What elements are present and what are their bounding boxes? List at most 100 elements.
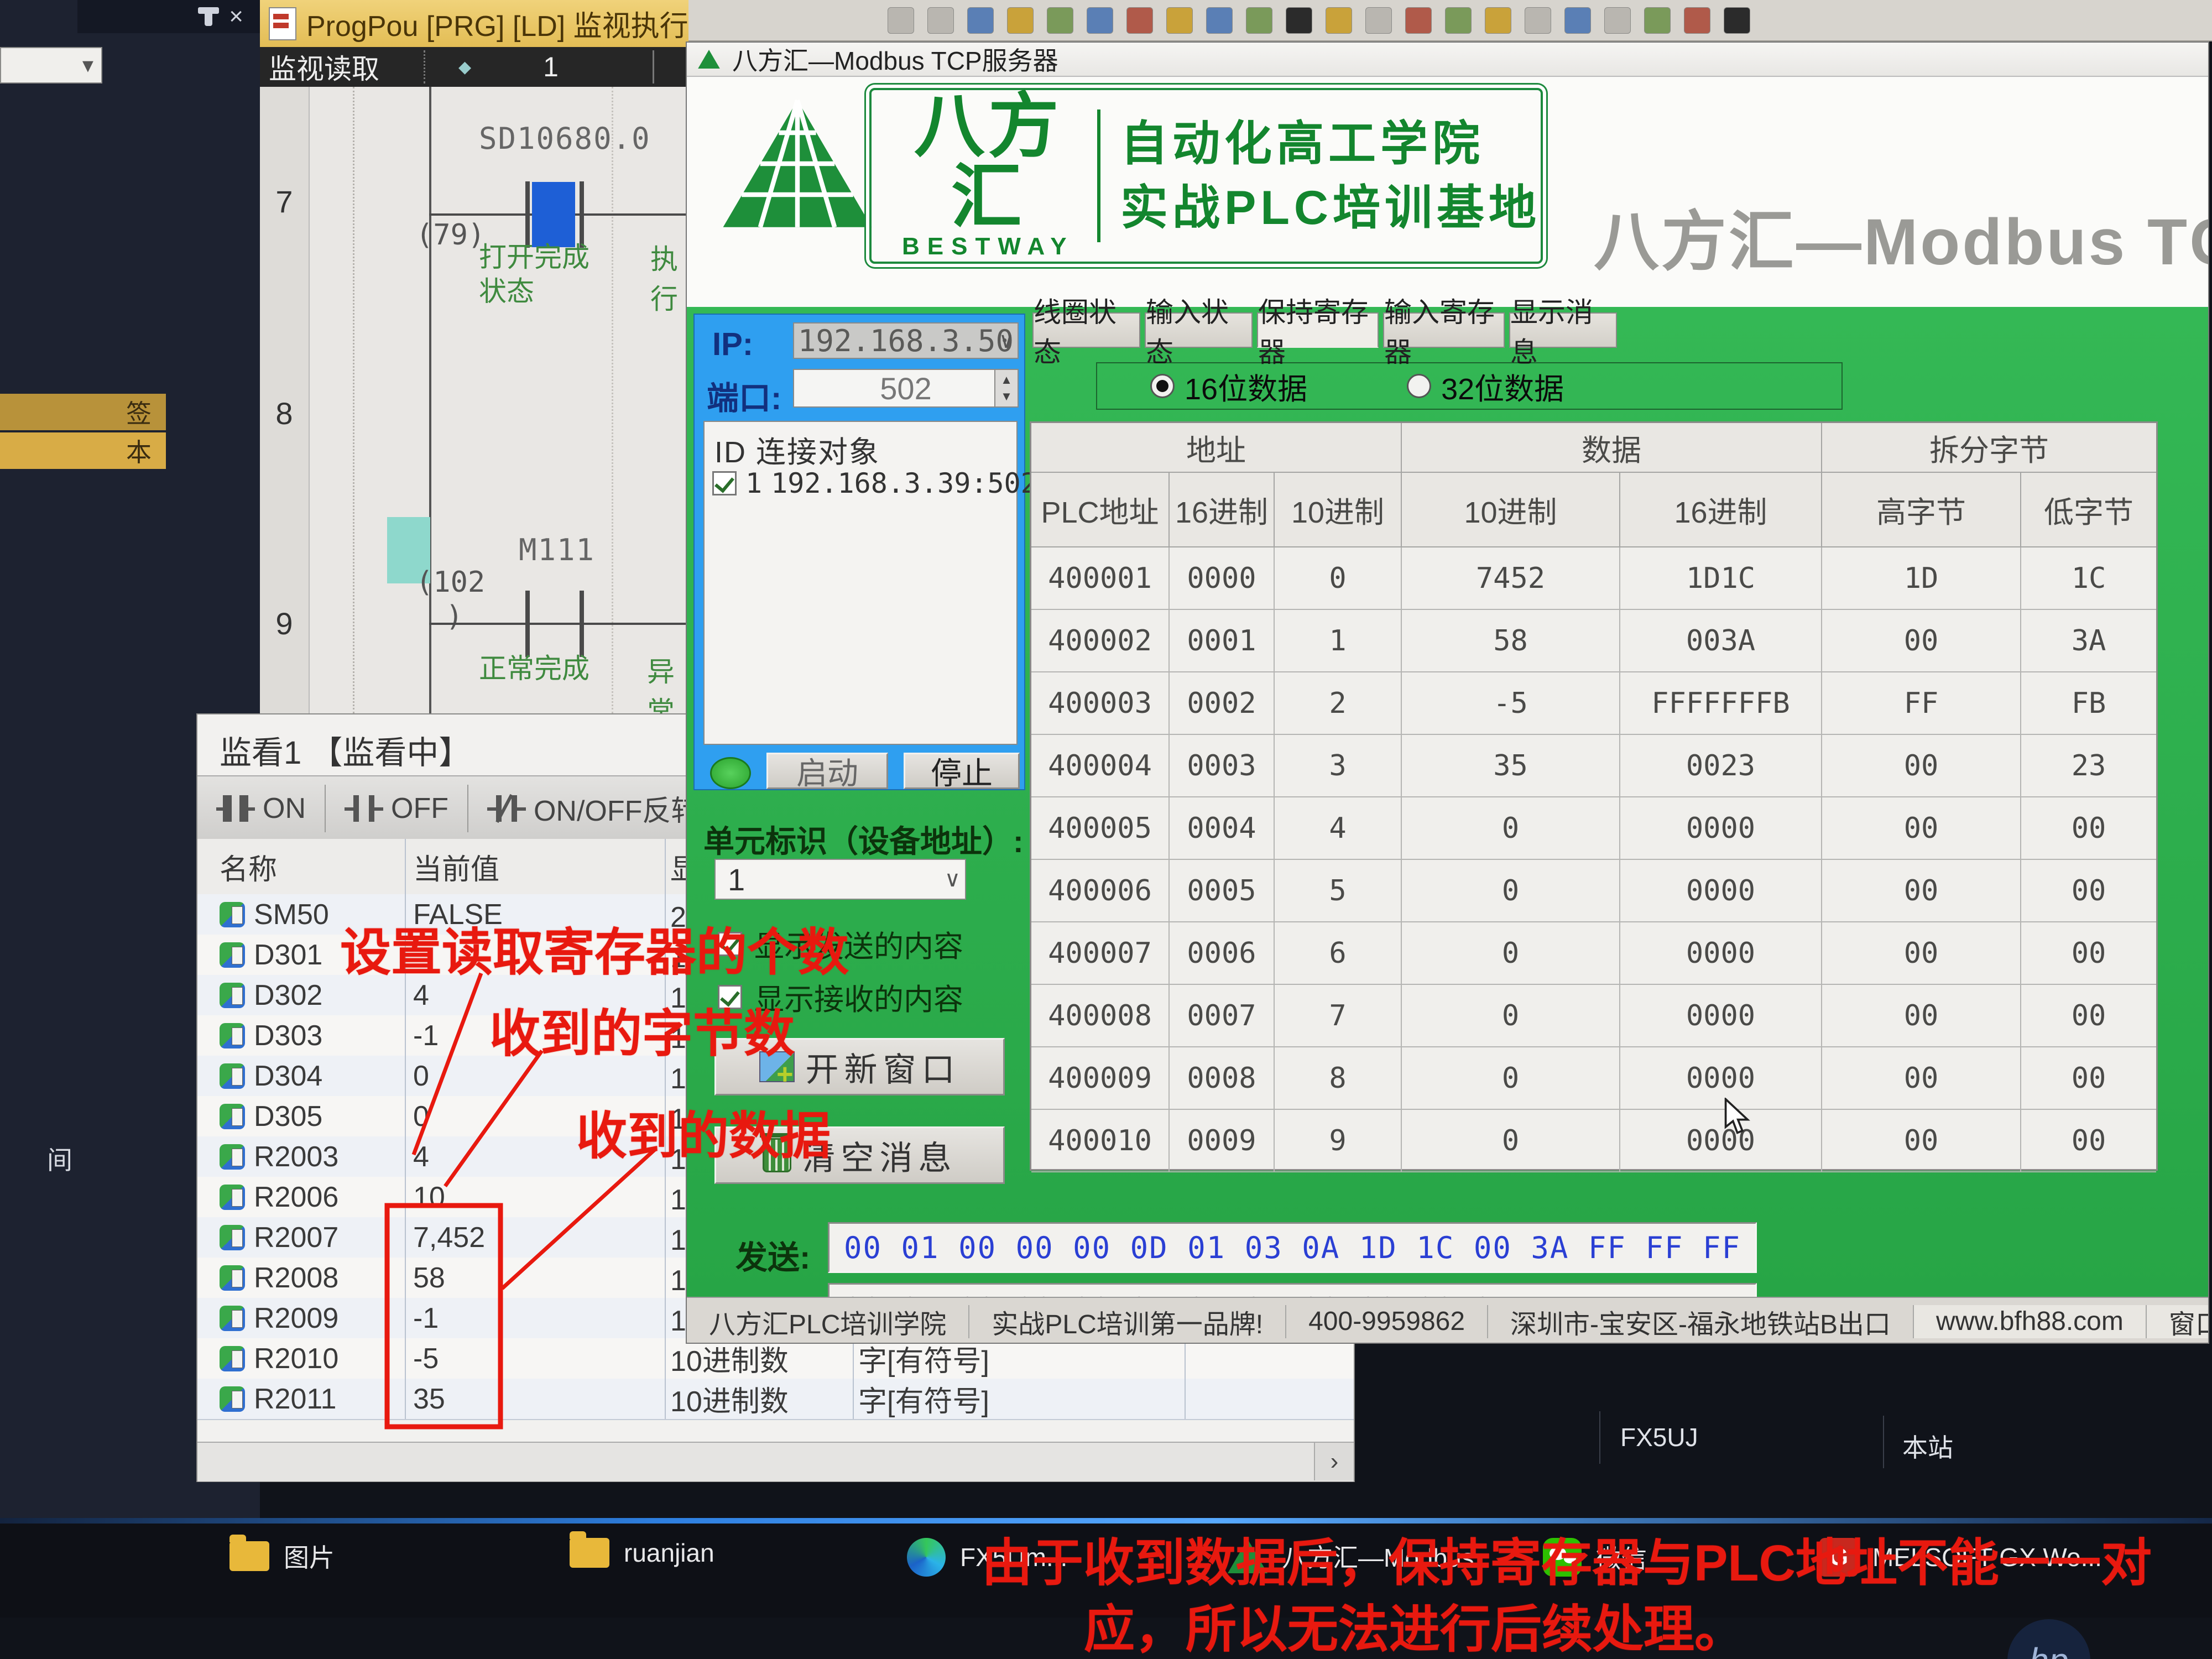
col-value[interactable]: 当前值 [413, 839, 656, 894]
watch-row[interactable]: R2010 -5 10进制数 字[有符号] [197, 1338, 1354, 1380]
spinner-arrows[interactable]: ▲▼ [994, 369, 1019, 408]
col-name[interactable]: 名称 [220, 839, 402, 894]
modbus-tab[interactable]: 线圈状态 [1032, 312, 1140, 348]
taskbar-item-pictures[interactable]: 图片 [229, 1538, 335, 1574]
chevron-down-icon[interactable]: ◆ [458, 58, 471, 77]
device-icon [220, 1185, 245, 1210]
register-row[interactable]: 400007 0006 6 0 0000 00 00 [1031, 922, 2156, 985]
toolbar-icon[interactable] [1166, 7, 1193, 34]
toolbar-icon[interactable] [888, 7, 914, 34]
toolbar-icon[interactable] [1724, 7, 1750, 34]
register-row[interactable]: 400005 0004 4 0 0000 00 00 [1031, 797, 2156, 860]
unit-id-dropdown[interactable]: 1 ∨ [714, 859, 966, 900]
toolbar-icon[interactable] [1126, 7, 1153, 34]
server-status-dot [710, 757, 751, 789]
register-row[interactable]: 400008 0007 7 0 0000 00 00 [1031, 985, 2156, 1047]
checkbox-checked-icon[interactable] [712, 471, 737, 495]
port-spinner[interactable]: 502 ▲▼ [793, 369, 1019, 408]
start-button[interactable]: 启动 [766, 753, 888, 789]
data-dec: 0 [1402, 1047, 1620, 1110]
toolbar-icon[interactable] [1246, 7, 1272, 34]
grid-line [612, 87, 613, 713]
modbus-tab[interactable]: 输入寄存器 [1383, 312, 1505, 348]
ladder-comment: 执行 [650, 237, 688, 317]
register-row[interactable]: 400010 0009 9 0 0000 00 00 [1031, 1110, 2156, 1172]
toolbar-icon[interactable] [1286, 7, 1312, 34]
radio-16bit[interactable]: 16位数据 [1150, 364, 1307, 408]
radio-unselected-icon [1407, 374, 1431, 398]
modbus-tab[interactable]: 输入状态 [1145, 312, 1253, 348]
device-icon [220, 983, 245, 1008]
register-row[interactable]: 400009 0008 8 0 0000 00 00 [1031, 1047, 2156, 1110]
send-field[interactable]: 00 01 00 00 00 0D 01 03 0A 1D 1C 00 3A F… [828, 1222, 1757, 1273]
toolbar-icon[interactable] [1684, 7, 1710, 34]
mouse-cursor [1723, 1098, 1758, 1139]
ladder-col-header: 1 [543, 51, 559, 83]
toolbar-icon[interactable] [1445, 7, 1472, 34]
on-button[interactable]: ON [197, 786, 325, 831]
modbus-titlebar[interactable]: 八方汇—Modbus TCP服务器 [687, 43, 2208, 77]
toolbar-icon[interactable] [1564, 7, 1591, 34]
stop-button[interactable]: 停止 [904, 753, 1020, 789]
taskbar-item-ruanjian[interactable]: ruanjian [570, 1538, 714, 1568]
data-hex: 0000 [1620, 797, 1822, 860]
divider [653, 50, 654, 84]
toolbar-icon[interactable] [1525, 7, 1551, 34]
register-row[interactable]: 400004 0003 3 35 0023 00 23 [1031, 735, 2156, 797]
addr-dec: 0 [1275, 547, 1402, 610]
toolbar-icon[interactable] [1007, 7, 1034, 34]
chevron-down-icon: ∨ [1000, 328, 1013, 353]
ladder-device-label[interactable]: M111 [519, 533, 595, 567]
pin-window-button[interactable]: 窗口置顶 [2147, 1305, 2209, 1338]
high-byte: 00 [1822, 860, 2021, 922]
toolbar-icon[interactable] [1326, 7, 1352, 34]
register-row[interactable]: 400006 0005 5 0 0000 00 00 [1031, 860, 2156, 922]
watch-row[interactable]: R2011 35 10进制数 字[有符号] [197, 1379, 1354, 1420]
off-button[interactable]: OFF [326, 786, 467, 831]
scroll-right-button[interactable]: › [1314, 1443, 1354, 1480]
dock-tab-bottom[interactable]: 本 [0, 432, 166, 469]
low-byte: 23 [2021, 735, 2156, 797]
dock-titlebar: × [77, 0, 260, 33]
data-dec: 0 [1402, 985, 1620, 1047]
toolbar-icon[interactable] [1644, 7, 1671, 34]
register-row[interactable]: 400002 0001 1 58 003A 00 3A [1031, 610, 2156, 672]
status-slogan: 实战PLC培训第一品牌! [969, 1305, 1286, 1338]
toolbar-icon[interactable] [1087, 7, 1113, 34]
toggle-button[interactable]: ON/OFF反转 [468, 786, 718, 831]
connection-row[interactable]: 1 192.168.3.39:502 [712, 467, 1037, 499]
toolbar-icon[interactable] [927, 7, 954, 34]
device-name: D305 [254, 1100, 322, 1133]
modbus-tab[interactable]: 保持寄存器 [1257, 312, 1379, 348]
connection-list[interactable]: ID 连接对象 1 192.168.3.39:502 [703, 421, 1018, 745]
register-row[interactable]: 400003 0002 2 -5 FFFFFFFB FF FB [1031, 672, 2156, 735]
data-width-radiogroup: 16位数据 32位数据 [1096, 362, 1843, 410]
toolbar-icon[interactable] [967, 7, 994, 34]
annotation-byte-count: 收到的字节数 [489, 993, 795, 1066]
low-byte: 00 [2021, 985, 2156, 1047]
toolbar-icon[interactable] [1206, 7, 1233, 34]
status-website[interactable]: www.bfh88.com [1914, 1305, 2147, 1338]
ladder-device-label[interactable]: SD10680.0 [479, 121, 651, 156]
modbus-tab[interactable]: 显示消息 [1509, 312, 1617, 348]
register-row[interactable]: 400001 0000 0 7452 1D1C 1D 1C [1031, 547, 2156, 610]
ladder-canvas[interactable]: 7 SD10680.0 (79) 打开完成 状态 执行 8 9 M111 (10… [260, 87, 688, 713]
dock-tab-top[interactable]: 签 [0, 394, 166, 430]
device-name: D301 [254, 938, 322, 972]
progpou-titlebar[interactable]: ProgPou [PRG] [LD] 监视执行... [260, 0, 688, 47]
dock-combobox[interactable]: ▾ [0, 47, 102, 84]
radio-32bit[interactable]: 32位数据 [1407, 364, 1564, 408]
horizontal-scrollbar[interactable]: › [197, 1442, 1354, 1481]
toolbar-icon[interactable] [1604, 7, 1631, 34]
device-icon [220, 1104, 245, 1129]
addr-hex: 0003 [1170, 735, 1275, 797]
toolbar-icon[interactable] [1405, 7, 1432, 34]
device-value: -5 [413, 1338, 656, 1379]
toolbar-icon[interactable] [1485, 7, 1511, 34]
ip-dropdown[interactable]: 192.168.3.50 ∨ [793, 322, 1019, 359]
close-icon[interactable]: × [229, 3, 243, 30]
contact-toggle-icon [487, 793, 526, 824]
pin-icon[interactable] [205, 7, 212, 26]
toolbar-icon[interactable] [1365, 7, 1392, 34]
toolbar-icon[interactable] [1047, 7, 1073, 34]
